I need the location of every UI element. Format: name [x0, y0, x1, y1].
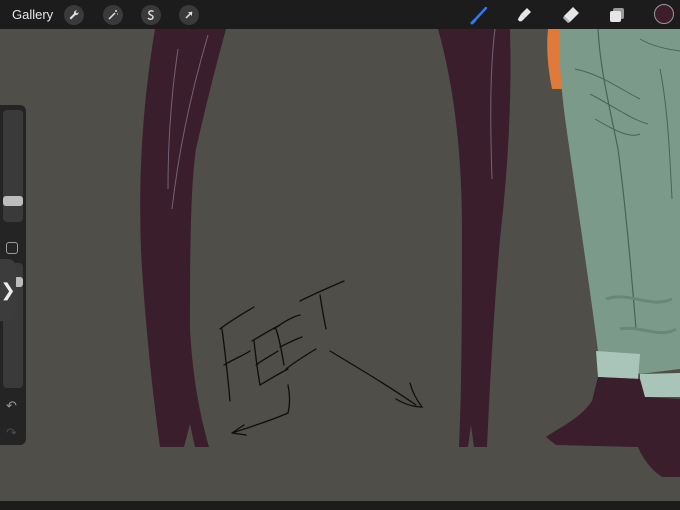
left-leg-shape — [140, 29, 226, 447]
color-picker-swatch[interactable] — [654, 4, 674, 24]
right-cuff-shape — [640, 373, 680, 397]
right-leg-shape — [438, 29, 511, 447]
brush-size-thumb[interactable] — [3, 196, 23, 206]
left-cuff-shape — [596, 351, 640, 379]
artwork — [140, 29, 680, 477]
selection-icon[interactable] — [141, 5, 161, 25]
transform-arrow-icon[interactable] — [179, 5, 199, 25]
top-toolbar: Gallery — [0, 0, 680, 29]
undo-icon[interactable]: ↶ — [6, 398, 17, 414]
wrench-icon[interactable] — [64, 5, 84, 25]
layers-icon[interactable] — [606, 4, 628, 26]
bottom-bar — [0, 501, 680, 510]
sidebar-collapse-handle[interactable]: ❯ — [0, 259, 16, 321]
chevron-right-icon: ❯ — [0, 279, 16, 300]
drawing-canvas[interactable] — [0, 29, 680, 501]
smudge-icon[interactable] — [514, 4, 536, 26]
redo-icon[interactable]: ↷ — [6, 425, 17, 441]
eyedropper-square-button[interactable] — [6, 242, 18, 254]
eraser-icon[interactable] — [560, 4, 582, 26]
brush-icon[interactable] — [469, 4, 491, 26]
gallery-button[interactable]: Gallery — [12, 7, 53, 22]
feet-annotation-strokes — [219, 280, 424, 436]
magic-wand-icon[interactable] — [103, 5, 123, 25]
